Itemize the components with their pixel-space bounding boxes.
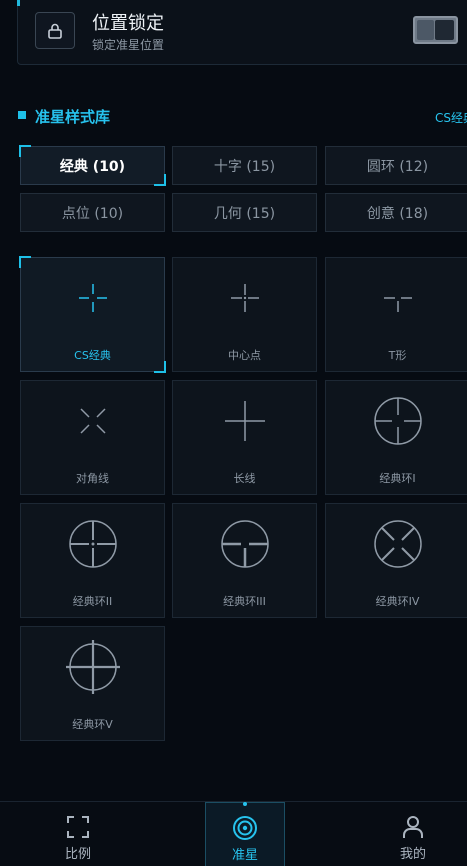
lock-toggle[interactable] [413, 16, 458, 44]
section-marker [18, 111, 26, 119]
tab-label: 经典 (10) [59, 158, 126, 175]
scan-frame-icon [67, 816, 89, 838]
t-shape-crosshair-icon [383, 297, 412, 312]
crosshair-style-card[interactable]: 对角线 [20, 380, 165, 495]
crosshair-style-label: 经典环III [223, 595, 266, 608]
nav-item-profile[interactable]: 我的 [373, 802, 453, 866]
nav-label: 比例 [64, 847, 91, 862]
center-dot-crosshair-icon [230, 284, 259, 312]
tab-5[interactable]: 创意 (18) [325, 193, 467, 232]
classic-ring-1-icon [373, 397, 422, 445]
crosshair-style-label: T形 [388, 349, 407, 362]
tab-label: 点位 (10) [61, 205, 124, 222]
cs-classic-crosshair-icon [78, 284, 107, 312]
lock-icon [35, 12, 75, 49]
crosshair-style-card[interactable]: T形 [325, 257, 467, 372]
tab-3[interactable]: 点位 (10) [20, 193, 165, 232]
corner-accent [17, 0, 20, 6]
classic-ring-3-icon [220, 520, 269, 568]
lock-title: 位置锁定 [92, 13, 164, 34]
crosshair-style-label: 经典环V [72, 718, 113, 731]
diagonal-crosshair-icon [79, 408, 106, 434]
tab-label: 十字 (15) [213, 158, 276, 175]
crosshair-style-card[interactable]: 经典环I [325, 380, 467, 495]
tab-0[interactable]: 经典 (10) [19, 145, 166, 186]
crosshair-style-card[interactable]: 中心点 [172, 257, 317, 372]
crosshair-style-label: 中心点 [228, 349, 261, 362]
crosshair-style-card[interactable]: 经典环III [172, 503, 317, 618]
classic-ring-2-icon [68, 520, 117, 568]
user-icon [403, 816, 423, 838]
crosshair-style-label: CS经典 [74, 349, 111, 362]
tab-label: 圆环 (12) [366, 158, 429, 175]
nav-item-crosshair[interactable]: 准星 [205, 802, 285, 866]
selection-bracket [19, 145, 31, 157]
selection-bracket [154, 174, 166, 186]
tab-1[interactable]: 十字 (15) [172, 146, 317, 185]
tab-2[interactable]: 圆环 (12) [325, 146, 467, 185]
crosshair-style-card[interactable]: 经典环II [20, 503, 165, 618]
nav-label: 准星 [231, 848, 258, 863]
nav-label: 我的 [399, 847, 426, 862]
nav-item-ratio[interactable]: 比例 [38, 802, 118, 866]
section-title: 准星样式库 [35, 108, 111, 126]
tab-label: 几何 (15) [213, 205, 276, 222]
crosshair-style-label: 经典环II [72, 595, 113, 608]
crosshair-style-card[interactable]: CS经典 [19, 256, 166, 373]
crosshair-style-label: 对角线 [76, 472, 109, 485]
lock-subtitle: 锁定准星位置 [92, 38, 165, 52]
crosshair-style-card[interactable]: 经典环IV [325, 503, 467, 618]
crosshair-style-card[interactable]: 长线 [172, 380, 317, 495]
long-line-crosshair-icon [224, 401, 265, 441]
crosshair-style-label: 经典环IV [375, 595, 420, 608]
bottom-nav: 比例 准星 我的 [0, 801, 467, 866]
section-current-style-link[interactable]: CS经典 [435, 109, 467, 126]
classic-ring-5-icon [65, 640, 120, 694]
selection-bracket [19, 256, 31, 268]
position-lock-card: 位置锁定 锁定准星位置 [17, 0, 467, 65]
crosshair-style-card[interactable]: 经典环V [20, 626, 165, 741]
crosshair-style-label: 经典环I [379, 472, 416, 485]
crosshair-style-label: 长线 [233, 472, 256, 485]
tab-label: 创意 (18) [366, 205, 429, 222]
classic-ring-4-icon [373, 520, 422, 568]
target-icon [233, 816, 257, 840]
tab-4[interactable]: 几何 (15) [172, 193, 317, 232]
selection-bracket [154, 361, 166, 373]
